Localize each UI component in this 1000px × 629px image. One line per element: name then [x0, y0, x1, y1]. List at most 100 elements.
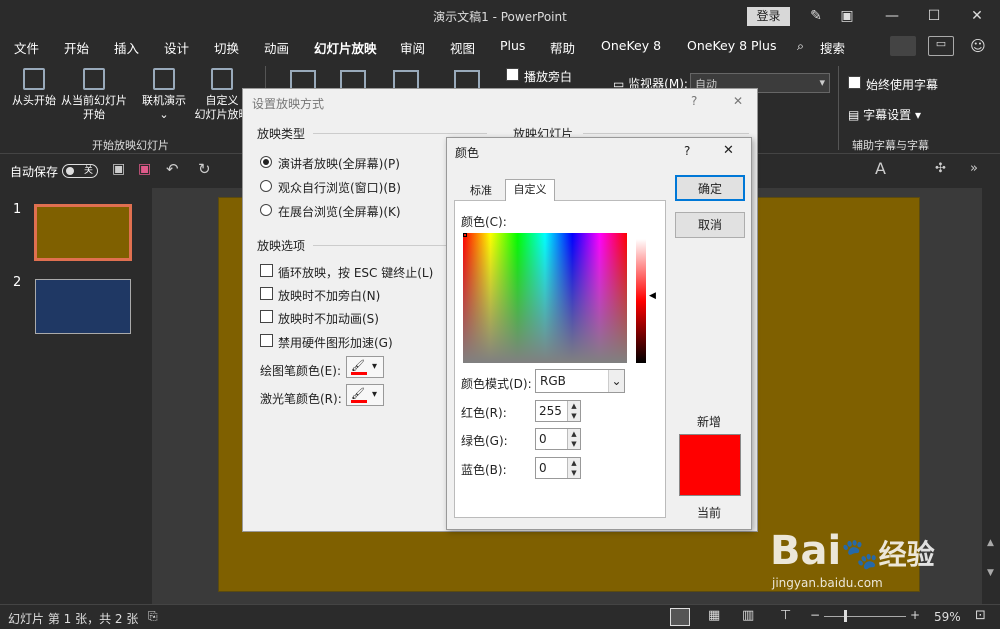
- smiley-icon[interactable]: ☺: [968, 36, 988, 56]
- blue-input[interactable]: 0 ▲ ▼: [535, 457, 581, 479]
- tab-animations[interactable]: 动画: [264, 38, 289, 57]
- tab-custom[interactable]: 自定义: [505, 179, 555, 201]
- ok-button[interactable]: 确定: [675, 175, 745, 201]
- login-button[interactable]: 登录: [747, 7, 790, 26]
- slide-counter: 幻灯片 第 1 张，共 2 张: [8, 612, 139, 626]
- present-online-button[interactable]: 联机演示 ⌄: [138, 68, 190, 122]
- minimize-icon[interactable]: —: [880, 6, 904, 26]
- red-value: 255: [539, 404, 562, 418]
- search-icon[interactable]: ⌕: [797, 38, 804, 54]
- disable-hw-accel-checkbox[interactable]: 禁用硬件图形加速(G): [260, 334, 393, 351]
- green-input[interactable]: 0 ▲ ▼: [535, 428, 581, 450]
- tab-review[interactable]: 审阅: [400, 38, 425, 57]
- sorter-view-icon[interactable]: ▦: [708, 608, 720, 623]
- spin-arrows-icon[interactable]: ▲ ▼: [567, 429, 580, 449]
- tab-onekey8plus[interactable]: OneKey 8 Plus: [687, 38, 776, 53]
- radio-kiosk[interactable]: 在展台浏览(全屏幕)(K): [260, 203, 401, 220]
- dialog-title: 颜色: [455, 146, 480, 160]
- always-subtitles-checkbox[interactable]: 始终使用字幕: [848, 76, 938, 93]
- tab-help[interactable]: 帮助: [550, 38, 575, 57]
- help-icon[interactable]: ?: [684, 144, 690, 158]
- green-label: 绿色(G):: [461, 434, 508, 448]
- spin-arrows-icon[interactable]: ▲ ▼: [567, 401, 580, 421]
- red-label: 红色(R):: [461, 406, 507, 420]
- autosave-toggle[interactable]: 关: [62, 164, 98, 178]
- fit-slide-icon[interactable]: ⊡: [975, 608, 986, 623]
- tab-insert[interactable]: 插入: [114, 38, 139, 57]
- notes-icon[interactable]: ⎘: [148, 609, 158, 624]
- no-animation-checkbox[interactable]: 放映时不加动画(S): [260, 310, 379, 327]
- tab-onekey8[interactable]: OneKey 8: [601, 38, 661, 53]
- tab-design[interactable]: 设计: [164, 38, 189, 57]
- tab-file[interactable]: 文件: [14, 38, 39, 57]
- divider: [313, 133, 487, 134]
- zoom-slider[interactable]: [824, 616, 906, 617]
- undo-icon[interactable]: ↶: [166, 160, 179, 178]
- scroll-up-icon[interactable]: ▲: [987, 538, 994, 548]
- loop-checkbox[interactable]: 循环放映，按 ESC 键终止(L): [260, 264, 433, 281]
- divider: [583, 133, 749, 134]
- new-color-preview: [679, 434, 741, 496]
- slide-thumbnail-2[interactable]: [35, 279, 131, 334]
- custom-tab-panel: 颜色(C): ◀ 颜色模式(D): RGB ⌄ 红色(R): 255 ▲ ▼ 绿色(…: [454, 200, 666, 518]
- color-model-select[interactable]: RGB ⌄: [535, 369, 625, 393]
- slide-number: 2: [13, 275, 22, 290]
- slideshow-view-icon[interactable]: ⊤: [780, 608, 791, 623]
- from-start-button[interactable]: 从头开始: [8, 68, 60, 108]
- subtitle-settings-button[interactable]: ▤ 字幕设置 ▾: [848, 106, 921, 123]
- normal-view-icon[interactable]: [670, 608, 690, 626]
- radio-individual[interactable]: 观众自行浏览(窗口)(B): [260, 179, 401, 196]
- reading-view-icon[interactable]: ▥: [742, 608, 754, 623]
- dropdown-arrow-icon: ⌄: [159, 108, 169, 121]
- tab-transitions[interactable]: 切换: [214, 38, 239, 57]
- luminance-slider[interactable]: [636, 239, 646, 363]
- pen-color-button[interactable]: 🖌 ▾: [346, 356, 384, 378]
- text-icon[interactable]: A: [875, 159, 886, 178]
- from-current-button[interactable]: 从当前幻灯片 开始: [60, 68, 128, 122]
- play-narration-checkbox[interactable]: 播放旁白: [506, 68, 572, 85]
- spectrum-crosshair[interactable]: [463, 233, 467, 237]
- comment-icon[interactable]: ▭: [928, 36, 954, 56]
- save-icon[interactable]: ▣: [138, 161, 151, 177]
- close-icon[interactable]: ✕: [965, 6, 989, 26]
- vertical-scrollbar[interactable]: ▲ ▼: [984, 188, 1000, 604]
- red-input[interactable]: 255 ▲ ▼: [535, 400, 581, 422]
- help-icon[interactable]: ?: [691, 94, 697, 108]
- close-icon[interactable]: ✕: [723, 143, 734, 158]
- zoom-level[interactable]: 59%: [934, 610, 961, 624]
- search-label[interactable]: 搜索: [820, 38, 845, 57]
- sparkle-icon[interactable]: ✣: [935, 161, 946, 176]
- tab-home[interactable]: 开始: [64, 38, 89, 57]
- from-current-label: 从当前幻灯片: [61, 94, 127, 107]
- zoom-in-button[interactable]: +: [910, 608, 920, 622]
- laser-color-button[interactable]: 🖌 ▾: [346, 384, 384, 406]
- ribbon-display-icon[interactable]: ▣: [835, 6, 859, 26]
- pen-icon[interactable]: ✎: [804, 6, 828, 26]
- more-icon[interactable]: »: [970, 161, 978, 176]
- tab-standard[interactable]: 标准: [461, 182, 501, 200]
- no-narration-checkbox[interactable]: 放映时不加旁白(N): [260, 287, 380, 304]
- spin-arrows-icon[interactable]: ▲ ▼: [567, 458, 580, 478]
- divider: [838, 66, 839, 150]
- color-dialog: 颜色 ? ✕ 标准 自定义 颜色(C): ◀ 颜色模式(D): RGB ⌄ 红色…: [446, 137, 752, 530]
- blue-value: 0: [539, 461, 547, 475]
- tab-plus[interactable]: Plus: [500, 38, 525, 53]
- color-spectrum[interactable]: [463, 233, 627, 363]
- chevron-down-icon: ▾: [372, 389, 378, 400]
- zoom-slider-thumb[interactable]: [844, 610, 847, 622]
- scroll-down-icon[interactable]: ▼: [987, 568, 994, 578]
- close-icon[interactable]: ✕: [733, 94, 743, 108]
- share-button[interactable]: [890, 36, 916, 56]
- cancel-button[interactable]: 取消: [675, 212, 745, 238]
- tab-slideshow[interactable]: 幻灯片放映: [314, 38, 377, 63]
- radio-presenter[interactable]: 演讲者放映(全屏幕)(P): [260, 155, 400, 172]
- maximize-icon[interactable]: ☐: [922, 6, 946, 26]
- watermark-url: jingyan.baidu.com: [772, 576, 883, 590]
- luminance-arrow-icon[interactable]: ◀: [649, 291, 656, 301]
- redo-icon[interactable]: ↻: [198, 160, 211, 178]
- colors-label: 颜色(C):: [461, 215, 507, 229]
- slide-thumbnail-1[interactable]: [34, 204, 132, 261]
- zoom-out-button[interactable]: −: [810, 608, 820, 622]
- save-as-icon[interactable]: ▣: [112, 161, 125, 177]
- tab-view[interactable]: 视图: [450, 38, 475, 57]
